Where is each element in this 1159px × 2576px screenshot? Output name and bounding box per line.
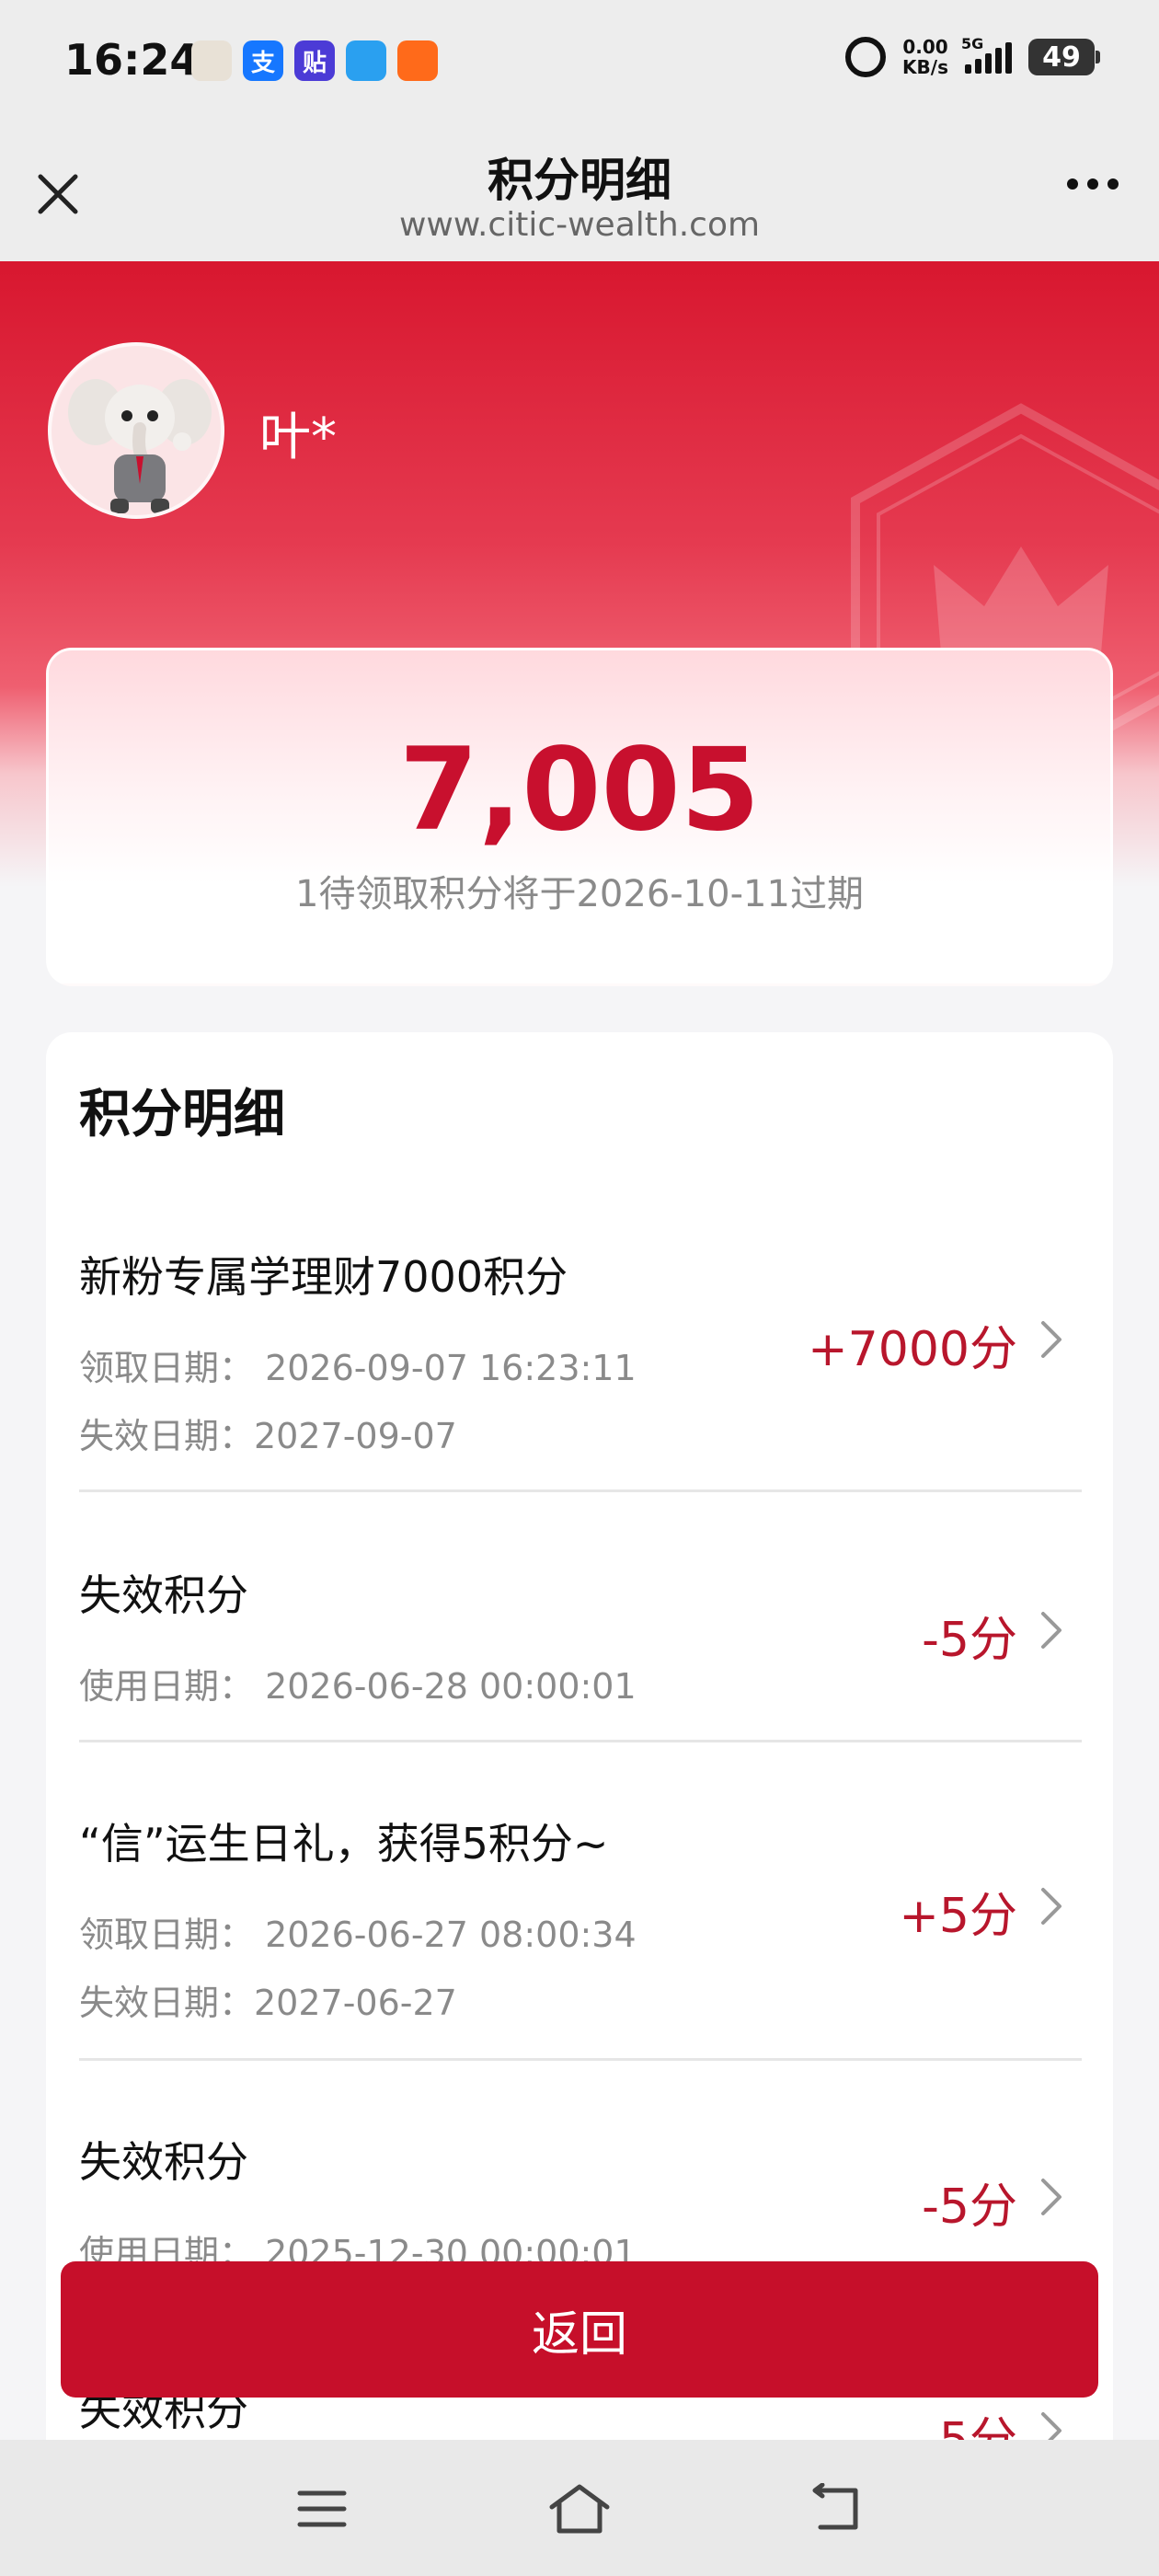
status-time: 16:24	[64, 35, 200, 85]
record-amount: -5分	[922, 1613, 1017, 1668]
record-amount: +7000分	[808, 1322, 1017, 1377]
page-url: www.citic-wealth.com	[398, 206, 761, 244]
record-expiry: 失效日期：2027-09-07	[79, 1416, 457, 1456]
menu-icon[interactable]	[285, 2477, 359, 2541]
record-amount: +5分	[899, 1889, 1017, 1944]
record-expiry: 失效日期：2027-06-27	[79, 1983, 457, 2023]
record-title: 失效积分	[79, 1570, 248, 1620]
more-icon[interactable]	[1067, 178, 1119, 190]
list-item[interactable]: “信”运生日礼，获得5积分~ 领取日期： 2026-06-27 08:00:34…	[79, 1811, 1082, 2061]
points-detail-list: 积分明细 新粉专属学理财7000积分 领取日期： 2026-09-07 16:2…	[46, 1032, 1113, 2449]
mail-app-icon	[346, 40, 386, 81]
back-icon[interactable]	[800, 2477, 874, 2541]
tieba-icon: 贴	[294, 40, 335, 81]
chevron-right-icon	[1041, 1612, 1061, 1649]
chevron-right-icon	[1041, 2179, 1061, 2215]
page-title: 积分明细	[488, 154, 671, 207]
record-amount: -5分	[922, 2179, 1017, 2235]
alipay-icon: 支	[243, 40, 283, 81]
record-date: 领取日期： 2026-06-27 08:00:34	[79, 1915, 637, 1955]
record-title: 失效积分	[79, 2137, 248, 2187]
notification-icons: 支 贴	[191, 40, 438, 81]
record-title: “信”运生日礼，获得5积分~	[79, 1819, 609, 1869]
record-date: 使用日期： 2026-06-28 00:00:01	[79, 1666, 637, 1707]
list-heading: 积分明细	[79, 1085, 285, 1144]
network-speed: 0.00 KB/s	[902, 36, 948, 78]
list-item[interactable]: 失效积分 使用日期： 2026-06-28 00:00:01 -5分	[79, 1562, 1082, 1742]
status-bar: 16:24 支 贴 0.00 KB/s 5G 49	[0, 0, 1159, 125]
system-nav-bar	[0, 2440, 1159, 2576]
chevron-right-icon	[1041, 1888, 1061, 1925]
return-button[interactable]: 返回	[61, 2261, 1098, 2398]
points-expiry-note: 1待领取积分将于2026-10-11过期	[295, 873, 864, 915]
chevron-right-icon	[1041, 1321, 1061, 1358]
signal-icon: 5G	[961, 35, 1012, 74]
record-date: 领取日期： 2026-09-07 16:23:11	[79, 1348, 637, 1388]
record-title: 新粉专属学理财7000积分	[79, 1252, 568, 1302]
orange-app-icon	[397, 40, 438, 81]
username: 叶*	[259, 408, 337, 467]
nav-bar: 积分明细 www.citic-wealth.com	[0, 125, 1159, 261]
list-item[interactable]: 新粉专属学理财7000积分 领取日期： 2026-09-07 16:23:11 …	[79, 1244, 1082, 1492]
avatar[interactable]	[48, 342, 224, 519]
gov-app-icon	[191, 40, 232, 81]
home-icon[interactable]	[543, 2477, 616, 2541]
status-indicators: 0.00 KB/s 5G 49	[845, 35, 1100, 78]
points-summary-card: 7,005 1待领取积分将于2026-10-11过期	[46, 648, 1113, 986]
battery-icon: 49	[1028, 39, 1100, 75]
elephant-mascot-icon	[52, 346, 221, 515]
alarm-icon	[845, 37, 887, 77]
points-total: 7,005	[398, 724, 761, 857]
